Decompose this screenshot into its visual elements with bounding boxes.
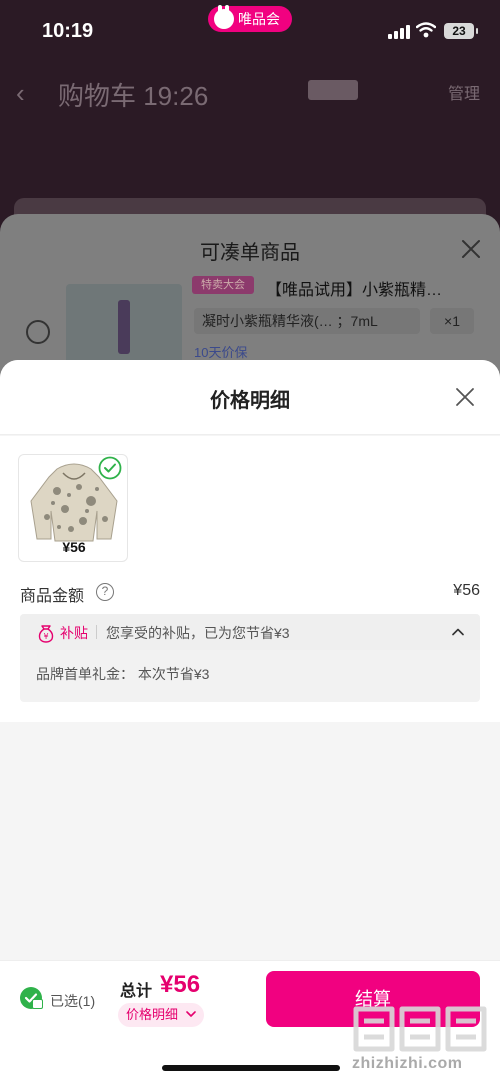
chevron-up-icon[interactable]	[452, 626, 464, 638]
subsidy-header[interactable]: ¥ 补贴 您享受的补贴，已为您节省¥3	[20, 614, 480, 650]
check-icon	[98, 456, 122, 480]
app-badge-label: 唯品会	[238, 11, 280, 27]
promo-badge: 特卖大会	[192, 276, 254, 294]
bottom-action-bar: 已选(1) 总计 ¥56 价格明细 结算 zhizhizhi.com	[0, 960, 500, 1081]
total-value: ¥56	[160, 971, 201, 998]
cart-title: 购物车 19:26	[58, 81, 209, 111]
product-select-radio[interactable]	[26, 320, 50, 344]
cart-page-background: ‹ 购物车 19:26 管理	[0, 62, 500, 222]
close-icon[interactable]	[454, 386, 476, 408]
subsidy-section: ¥ 补贴 您享受的补贴，已为您节省¥3 品牌首单礼金： 本次节省¥3	[20, 614, 480, 702]
subsidy-tag: 补贴	[60, 625, 88, 641]
cellular-signal-icon	[388, 25, 410, 39]
app-badge[interactable]: 唯品会	[208, 5, 292, 32]
subsidy-description: 您享受的补贴，已为您节省¥3	[106, 625, 290, 641]
amount-label: 商品金额	[20, 588, 85, 605]
total-label: 总计	[120, 983, 153, 1000]
watermark-text: zhizhizhi.com	[352, 1055, 463, 1072]
help-icon[interactable]: ?	[96, 583, 114, 601]
quantity-label: ×1	[430, 308, 474, 334]
price-guarantee-label: 10天价保	[194, 345, 248, 360]
chevron-down-icon	[186, 1011, 196, 1017]
add-on-sheet-title: 可凑单商品	[200, 242, 300, 264]
sheet-body: ¥56 商品金额 ? ¥56 ¥ 补贴 您享受的补贴，已为您节省¥3 品牌首单礼…	[0, 436, 500, 722]
product-thumbnail[interactable]	[66, 284, 182, 364]
sheet-header: 价格明细	[0, 360, 500, 435]
back-arrow-icon[interactable]: ‹	[16, 78, 25, 109]
divider	[96, 625, 97, 639]
product-amount-row: 商品金额 ? ¥56	[20, 582, 480, 606]
home-indicator[interactable]	[162, 1065, 340, 1071]
close-icon[interactable]	[460, 238, 482, 260]
wifi-icon	[416, 22, 436, 38]
sheet-title: 价格明细	[210, 390, 290, 412]
status-time: 10:19	[42, 20, 94, 42]
product-name[interactable]: 【唯品试用】小紫瓶精…	[266, 276, 442, 300]
price-detail-button[interactable]: 价格明细	[118, 1003, 204, 1027]
lock-icon	[32, 999, 43, 1009]
amount-value: ¥56	[453, 582, 480, 599]
battery-indicator: 23	[444, 23, 478, 39]
price-detail-label: 价格明细	[126, 1007, 179, 1022]
spec-selector[interactable]: 凝时小紫瓶精华液(… ；7mL	[194, 308, 420, 334]
svg-text:¥: ¥	[43, 632, 48, 641]
status-bar: 10:19 唯品会 23	[0, 0, 500, 62]
rabbit-logo-icon	[214, 5, 234, 29]
subsidy-coin-icon: ¥	[38, 625, 54, 643]
cart-manage-button[interactable]: 管理	[448, 80, 480, 104]
subsidy-detail-line: 品牌首单礼金： 本次节省¥3	[36, 666, 210, 682]
selected-count: 已选(1)	[50, 993, 96, 1009]
cart-tag	[308, 80, 358, 100]
product-price: ¥56	[62, 539, 86, 555]
